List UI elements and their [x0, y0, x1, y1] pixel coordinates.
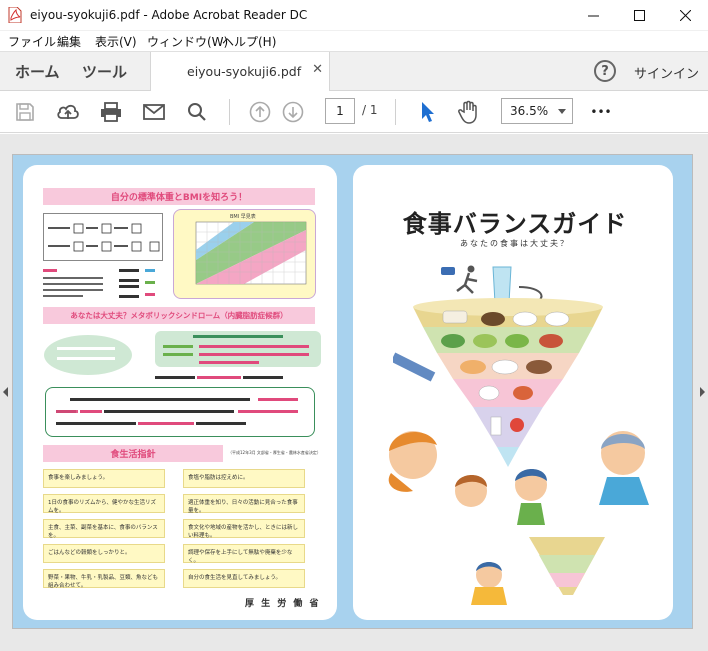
close-button[interactable] — [662, 0, 708, 31]
dietary-tip: 1日の食事のリズムから、健やかな生活リズムを。 — [43, 494, 165, 514]
printer-icon — [101, 102, 121, 122]
right-pane-toggle-icon[interactable] — [700, 387, 705, 397]
save-icon — [16, 103, 34, 121]
guide-title: 食事バランスガイド — [402, 209, 628, 238]
arrow-down-circle-icon — [282, 101, 304, 123]
dietary-guideline-heading: 食生活指針 — [43, 445, 223, 462]
dietary-tip: 食事を楽しみましょう。 — [43, 469, 165, 488]
next-page-button[interactable] — [280, 99, 306, 125]
pdf-file-icon — [8, 7, 22, 23]
save-button[interactable] — [12, 99, 38, 125]
print-button[interactable] — [98, 99, 124, 125]
document-viewer[interactable]: 自分の標準体重とBMIを知ろう！ BMI 早見表 あなたは大丈夫？メタボリックシ… — [0, 134, 708, 651]
minimize-icon — [587, 15, 599, 17]
bmi-formula-box — [43, 213, 163, 261]
tab-close-icon[interactable]: ✕ — [312, 62, 323, 77]
close-icon — [679, 10, 691, 21]
more-tools-button[interactable]: ••• — [588, 99, 614, 125]
hand-tool-button[interactable] — [456, 99, 482, 125]
dietary-tip: 調理や保存を上手にして無駄や廃棄を少なく。 — [183, 544, 305, 564]
metabolic-syndrome-illustration — [44, 331, 321, 379]
bmi-formula-illustration — [48, 223, 160, 252]
arrow-up-circle-icon — [249, 101, 271, 123]
signin-link[interactable]: サインイン — [634, 63, 699, 82]
bmi-chart-box: BMI 早見表 — [173, 209, 316, 299]
menu-help[interactable]: ヘルプ(H) — [222, 33, 276, 50]
window-title: eiyou-syokuji6.pdf - Adobe Acrobat Reade… — [30, 8, 308, 22]
page-total: / 1 — [362, 103, 378, 117]
dietary-tip: 主食、主菜、副菜を基本に、食事のバランスを。 — [43, 519, 165, 539]
toolbar-separator — [395, 99, 396, 125]
page-number-input[interactable]: 1 — [325, 98, 355, 124]
bmi-chart-illustration — [195, 221, 307, 285]
cursor-arrow-icon — [422, 102, 434, 122]
tab-tools[interactable]: ツール — [82, 61, 127, 82]
tab-document-label: eiyou-syokuji6.pdf — [187, 64, 302, 79]
visceral-fat-box — [45, 387, 315, 437]
tab-bar: ホーム ツール eiyou-syokuji6.pdf ✕ ? サインイン — [0, 51, 708, 92]
dietary-tip: 食塩や脂肪は控えめに。 — [183, 469, 305, 488]
minimize-button[interactable] — [570, 0, 616, 31]
dietary-tip: 自分の食生活を見直してみましょう。 — [183, 569, 305, 588]
right-document-panel: 食事バランスガイド あなたの食事は大丈夫？ 厚 生 労 働 省 — [245, 165, 673, 620]
ministry-name: 厚 生 労 働 省 — [245, 599, 321, 609]
dietary-tip: 野菜・果物、牛乳・乳製品、豆類、魚なども組み合わせて。 — [43, 569, 165, 589]
guide-subtitle: あなたの食事は大丈夫？ — [460, 239, 570, 248]
title-bar: eiyou-syokuji6.pdf - Adobe Acrobat Reade… — [0, 0, 708, 31]
hand-icon — [458, 100, 477, 124]
toolbar-separator — [229, 99, 230, 125]
dietary-tip: 食文化や地域の産物を活かし、ときには新しい料理も。 — [183, 519, 305, 539]
cloud-upload-icon — [57, 104, 79, 119]
previous-page-button[interactable] — [247, 99, 273, 125]
family-characters-illustration — [388, 431, 649, 605]
select-tool-button[interactable] — [415, 99, 441, 125]
zoom-select[interactable]: 36.5% — [501, 98, 573, 124]
upload-cloud-button[interactable] — [55, 99, 81, 125]
search-button[interactable] — [184, 99, 210, 125]
left-pane-toggle-icon[interactable] — [3, 387, 8, 397]
help-icon[interactable]: ? — [594, 60, 616, 82]
menu-bar: ファイル 編集 表示(V) ウィンドウ(W) ヘルプ(H) — [0, 31, 708, 51]
bmi-heading: 自分の標準体重とBMIを知ろう！ — [43, 188, 315, 205]
menu-edit[interactable]: 編集 — [57, 33, 81, 50]
tab-home[interactable]: ホーム — [15, 61, 60, 82]
search-icon — [188, 103, 206, 121]
menu-file[interactable]: ファイル — [8, 33, 56, 50]
email-button[interactable] — [141, 99, 167, 125]
maximize-icon — [633, 10, 645, 21]
pdf-page: 自分の標準体重とBMIを知ろう！ BMI 早見表 あなたは大丈夫？メタボリックシ… — [12, 154, 693, 629]
menu-view[interactable]: 表示(V) — [95, 33, 137, 50]
menu-window[interactable]: ウィンドウ(W) — [147, 33, 228, 50]
visceral-fat-text-illustration — [56, 398, 298, 425]
dietary-guideline-source: （平成12年3月 文部省・厚生省・農林水産省決定） — [228, 450, 321, 455]
zoom-value: 36.5% — [510, 104, 549, 118]
tab-document[interactable]: eiyou-syokuji6.pdf ✕ — [150, 52, 330, 92]
dietary-tip: ごはんなどの穀類をしっかりと。 — [43, 544, 165, 563]
dietary-tip: 適正体重を知り、日々の活動に見合った食事量を。 — [183, 494, 305, 514]
envelope-icon — [143, 104, 165, 120]
chevron-down-icon — [558, 109, 566, 114]
metabolic-heading: あなたは大丈夫？メタボリックシンドローム（内臓脂肪症候群） — [43, 307, 315, 324]
left-document-panel: 自分の標準体重とBMIを知ろう！ BMI 早見表 あなたは大丈夫？メタボリックシ… — [23, 165, 337, 620]
bmi-categories-illustration — [43, 269, 155, 298]
maximize-button[interactable] — [616, 0, 662, 31]
